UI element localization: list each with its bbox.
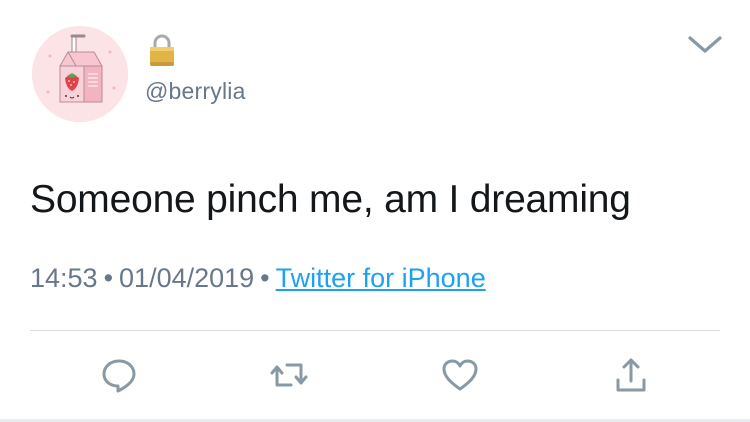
avatar[interactable] — [32, 26, 128, 122]
divider — [30, 330, 720, 331]
heart-icon — [442, 359, 478, 391]
retweet-icon — [270, 363, 308, 387]
tweet-source-link[interactable]: Twitter for iPhone — [276, 263, 486, 293]
like-button[interactable] — [440, 355, 480, 395]
reply-button[interactable] — [99, 355, 139, 395]
chevron-down-icon[interactable] — [687, 34, 723, 56]
separator-dot: • — [260, 263, 270, 293]
retweet-button[interactable] — [269, 355, 309, 395]
tweet-time: 14:53 — [30, 263, 98, 293]
tweet-card: @berrylia Someone pinch me, am I dreamin… — [0, 0, 750, 422]
share-button[interactable] — [611, 355, 651, 395]
action-bar — [0, 355, 750, 399]
reply-icon — [102, 359, 136, 393]
separator-dot: • — [103, 263, 114, 293]
strawberry-milk-carton-icon — [32, 26, 128, 122]
user-handle[interactable]: @berrylia — [145, 78, 246, 105]
tweet-date: 01/04/2019 — [119, 263, 255, 293]
tweet-text: Someone pinch me, am I dreaming — [30, 178, 631, 221]
lock-icon — [147, 33, 177, 67]
share-icon — [616, 358, 646, 392]
tweet-meta: 14:53 • 01/04/2019 • Twitter for iPhone — [30, 263, 486, 294]
